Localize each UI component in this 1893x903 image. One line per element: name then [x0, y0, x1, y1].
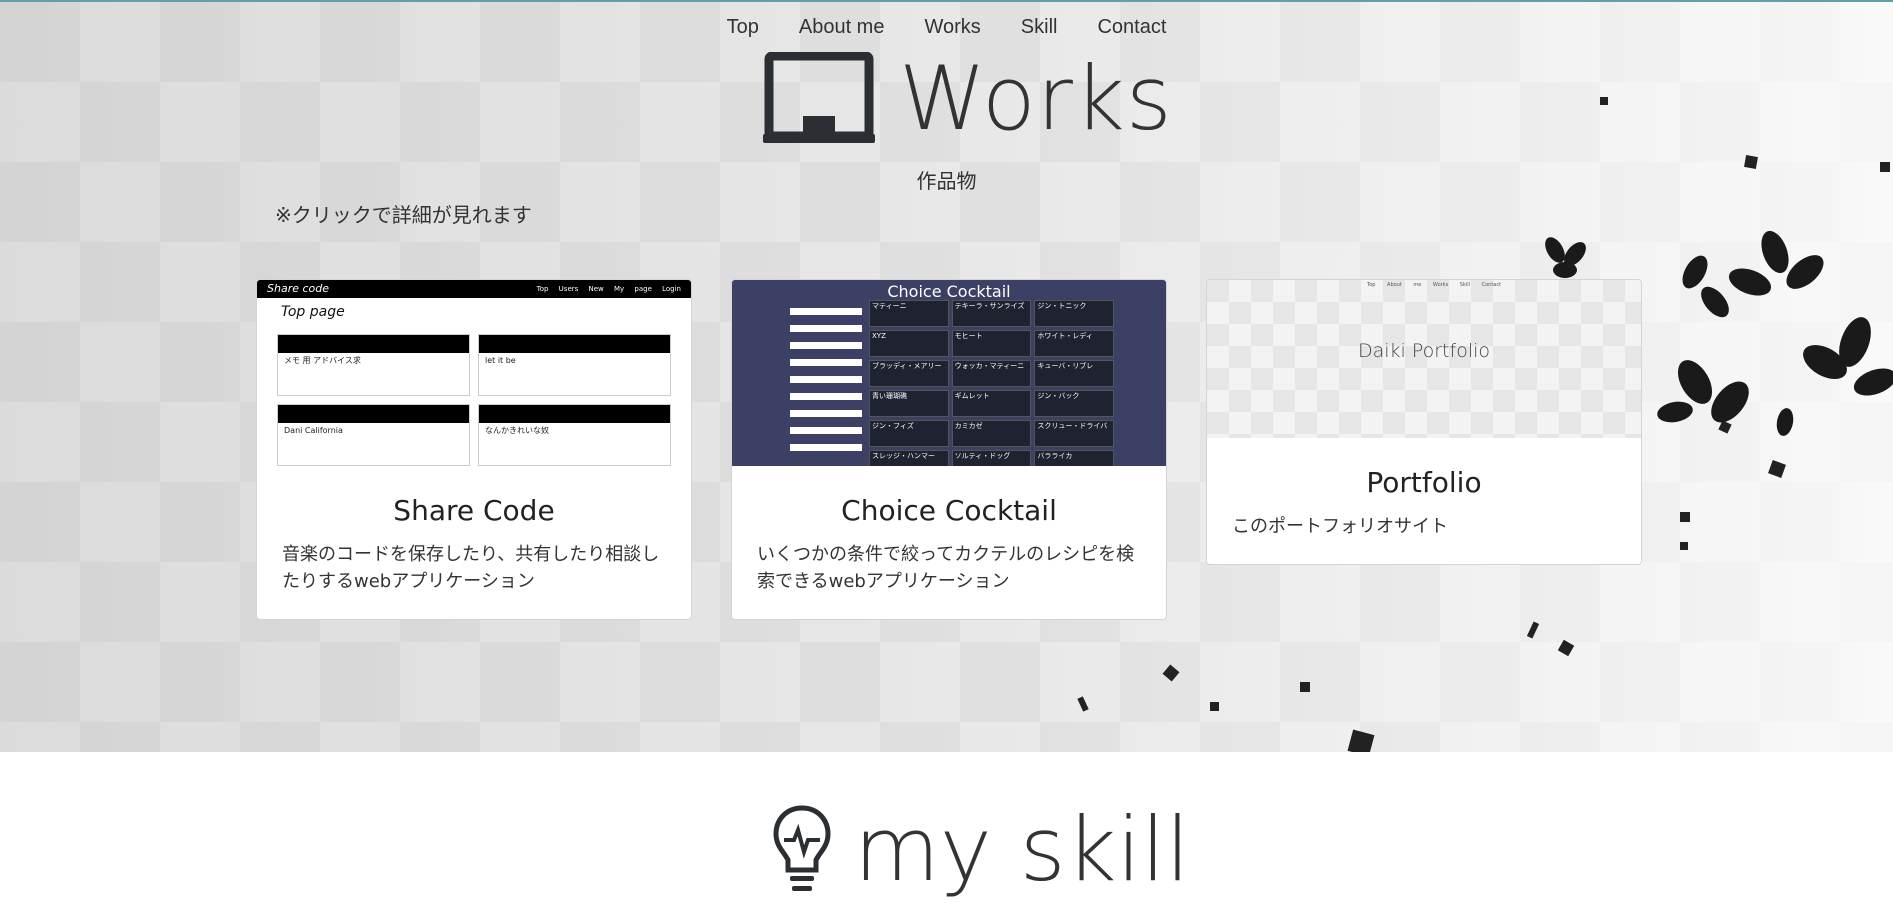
- thumb-brand: Daiki Portfolio: [1357, 340, 1491, 362]
- confetti-square: [1162, 664, 1180, 682]
- confetti-square: [1300, 682, 1310, 692]
- work-card-portfolio[interactable]: Top About me Works Skill Contact Daiki P…: [1206, 279, 1642, 565]
- nav-link-about-me[interactable]: About me: [799, 16, 885, 39]
- nav-link-contact[interactable]: Contact: [1097, 16, 1166, 39]
- confetti-square: [1210, 702, 1219, 711]
- thumb-cocktail-cell: テキーラ・サンライズ: [951, 300, 1032, 327]
- card-description: 音楽のコードを保存したり、共有したり相談したりするwebアプリケーション: [282, 544, 660, 592]
- thumb-menu: Top Users New My page Login: [536, 285, 681, 293]
- nav-link-skill[interactable]: Skill: [1021, 16, 1058, 39]
- card-title: Share Code: [393, 494, 555, 527]
- works-title: Works: [899, 47, 1173, 150]
- thumb-menu: Top About me Works Skill Contact: [1367, 282, 1502, 288]
- thumb-cocktail-cell: モヒート: [951, 330, 1032, 357]
- thumb-cocktail-cell: ギムレット: [951, 390, 1032, 417]
- thumb-filter-sidebar: [790, 308, 862, 461]
- choice-cocktail-thumbnail: Choice Cocktail マティーニ テキーラ・サンライズ ジン・トニック XY…: [732, 280, 1166, 466]
- card-title: Portfolio: [1366, 466, 1482, 499]
- confetti-square: [1680, 542, 1688, 550]
- confetti-square: [1600, 97, 1608, 105]
- share-code-thumbnail: Share code Top Users New My page Login To…: [257, 280, 691, 466]
- thumb-post: Dani California: [284, 426, 343, 435]
- thumb-post: メモ 用 アドバイス求: [284, 356, 361, 365]
- confetti-square: [1347, 729, 1375, 752]
- thumb-cocktail-cell: キューバ・リブレ: [1034, 360, 1114, 387]
- main-nav: Top About me Works Skill Contact: [0, 16, 1893, 39]
- card-description: このポートフォリオサイト: [1232, 516, 1448, 537]
- thumb-post: let it be: [485, 356, 516, 365]
- nav-link-top[interactable]: Top: [727, 16, 759, 39]
- skill-heading: my skill: [770, 802, 1190, 898]
- confetti-square: [1680, 512, 1690, 522]
- lightbulb-icon: [773, 805, 831, 891]
- confetti-square: [1557, 639, 1575, 657]
- thumb-cocktail-cell: スレッジ・ハンマー: [869, 450, 949, 466]
- nav-link-works[interactable]: Works: [924, 16, 980, 39]
- flower-pattern-icon: [1657, 230, 1893, 436]
- thumb-cocktail-cell: ソルティ・ドッグ: [951, 450, 1032, 466]
- works-subtitle: 作品物: [916, 169, 977, 193]
- thumb-cocktail-cell: ジン・バック: [1034, 390, 1114, 417]
- confetti-square: [1768, 460, 1786, 478]
- thumb-cocktail-cell: スクリュー・ドライバ: [1034, 420, 1114, 447]
- click-hint-note: ※クリックで詳細が見れます: [275, 203, 532, 227]
- work-card-choice-cocktail[interactable]: Choice Cocktail マティーニ テキーラ・サンライズ ジン・トニック XY…: [731, 279, 1167, 620]
- work-card-share-code[interactable]: Share code Top Users New My page Login To…: [256, 279, 692, 620]
- thumb-cocktail-cell: ブラッディ・メアリー: [869, 360, 949, 387]
- laptop-icon: [763, 52, 875, 143]
- thumb-cocktail-cell: ホワイト・レディ: [1034, 330, 1114, 357]
- thumb-cocktail-cell: ウォッカ・マティーニ: [951, 360, 1032, 387]
- thumb-cocktail-cell: ジン・フィズ: [869, 420, 949, 447]
- confetti-square: [1077, 696, 1089, 712]
- thumb-post: なんかきれいな奴: [485, 426, 549, 435]
- thumb-page-heading: Top page: [281, 304, 345, 320]
- thumb-cocktail-cell: 青い珊瑚礁: [869, 390, 949, 417]
- portfolio-thumbnail: Top About me Works Skill Contact Daiki P…: [1207, 280, 1641, 438]
- thumb-cocktail-cell: マティーニ: [869, 300, 949, 327]
- thumb-app-name: Share code: [267, 282, 330, 295]
- thumb-cocktail-grid: マティーニ テキーラ・サンライズ ジン・トニック XYZ モヒート ホワイト・レディブラッ…: [869, 300, 1114, 466]
- card-title: Choice Cocktail: [841, 494, 1057, 527]
- thumb-cocktail-cell: XYZ: [869, 330, 949, 357]
- thumb-cocktail-cell: バラライカ: [1034, 450, 1114, 466]
- skill-title: my skill: [854, 798, 1190, 901]
- thumb-cocktail-cell: カミカゼ: [951, 420, 1032, 447]
- thumb-cocktail-cell: ジン・トニック: [1034, 300, 1114, 327]
- thumb-app-name: Choice Cocktail: [887, 282, 1011, 301]
- confetti-square: [1526, 621, 1540, 639]
- works-hero-section: Top About me Works Skill Contact Works 作…: [0, 0, 1893, 752]
- works-heading: Works: [763, 52, 1173, 146]
- card-description: いくつかの条件で絞ってカクテルのレシピを検索できるwebアプリケーション: [757, 544, 1135, 592]
- flower-pattern-icon: [1545, 237, 1586, 278]
